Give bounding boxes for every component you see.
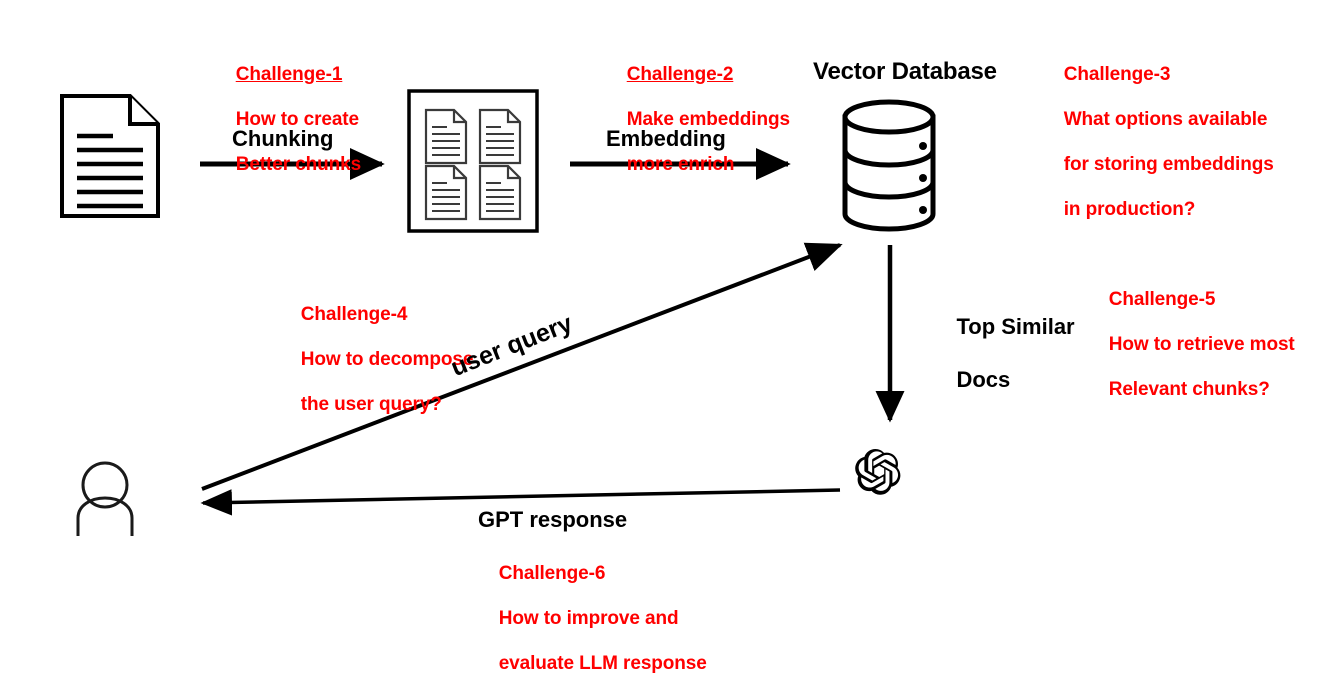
challenge-3-line-1: What options available — [1063, 108, 1268, 130]
challenge-1-line-2: Better chunks — [235, 154, 362, 176]
challenge-5-annotation: Challenge-5 How to retrieve most Relevan… — [1088, 266, 1295, 424]
challenge-3-annotation: Challenge-3 What options available for s… — [1043, 41, 1274, 244]
challenge-3-line-3: in production? — [1063, 199, 1196, 221]
challenge-6-header: Challenge-6 — [498, 562, 606, 584]
edge-label-embedding: Embedding — [606, 126, 726, 151]
challenge-6-line-2: evaluate LLM response — [498, 653, 707, 675]
vector-database-title: Vector Database — [813, 58, 997, 85]
arrow-gpt-response — [200, 488, 841, 516]
edge-label-gpt-response: GPT response — [478, 507, 628, 532]
challenge-3-line-2: for storing embeddings — [1063, 154, 1274, 176]
challenge-5-header: Challenge-5 — [1108, 288, 1216, 310]
challenge-4-header: Challenge-4 — [300, 303, 408, 325]
database-cylinder-icon — [842, 99, 936, 232]
top-similar-docs-line-1: Top Similar — [956, 314, 1075, 340]
chunked-documents-icon — [407, 89, 539, 233]
edge-label-top-similar-docs: Top Similar Docs — [932, 288, 1075, 419]
top-similar-docs-line-2: Docs — [956, 366, 1011, 392]
challenge-5-line-1: How to retrieve most — [1108, 333, 1295, 355]
challenge-2-annotation: Challenge-2 Make embeddings more enrich — [606, 41, 790, 199]
edge-label-chunking: Chunking — [232, 126, 334, 151]
challenge-1-header: Challenge-1 — [235, 63, 343, 85]
challenge-1-annotation: Challenge-1 How to create Better chunks — [215, 41, 362, 199]
user-person-icon — [76, 461, 134, 536]
challenge-2-header: Challenge-2 — [626, 63, 734, 85]
challenge-6-annotation: Challenge-6 How to improve and evaluate … — [478, 540, 707, 692]
challenge-6-line-1: How to improve and — [498, 607, 679, 629]
challenge-4-line-2: the user query? — [300, 394, 442, 416]
challenge-3-header: Challenge-3 — [1063, 63, 1171, 85]
challenge-4-annotation: Challenge-4 How to decompose the user qu… — [280, 281, 474, 439]
document-icon — [60, 94, 160, 218]
challenge-5-line-2: Relevant chunks? — [1108, 379, 1270, 401]
diagram-canvas: Challenge-1 How to create Better chunks … — [0, 0, 1340, 692]
openai-logo-icon — [855, 449, 901, 495]
challenge-2-line-2: more enrich — [626, 154, 735, 176]
